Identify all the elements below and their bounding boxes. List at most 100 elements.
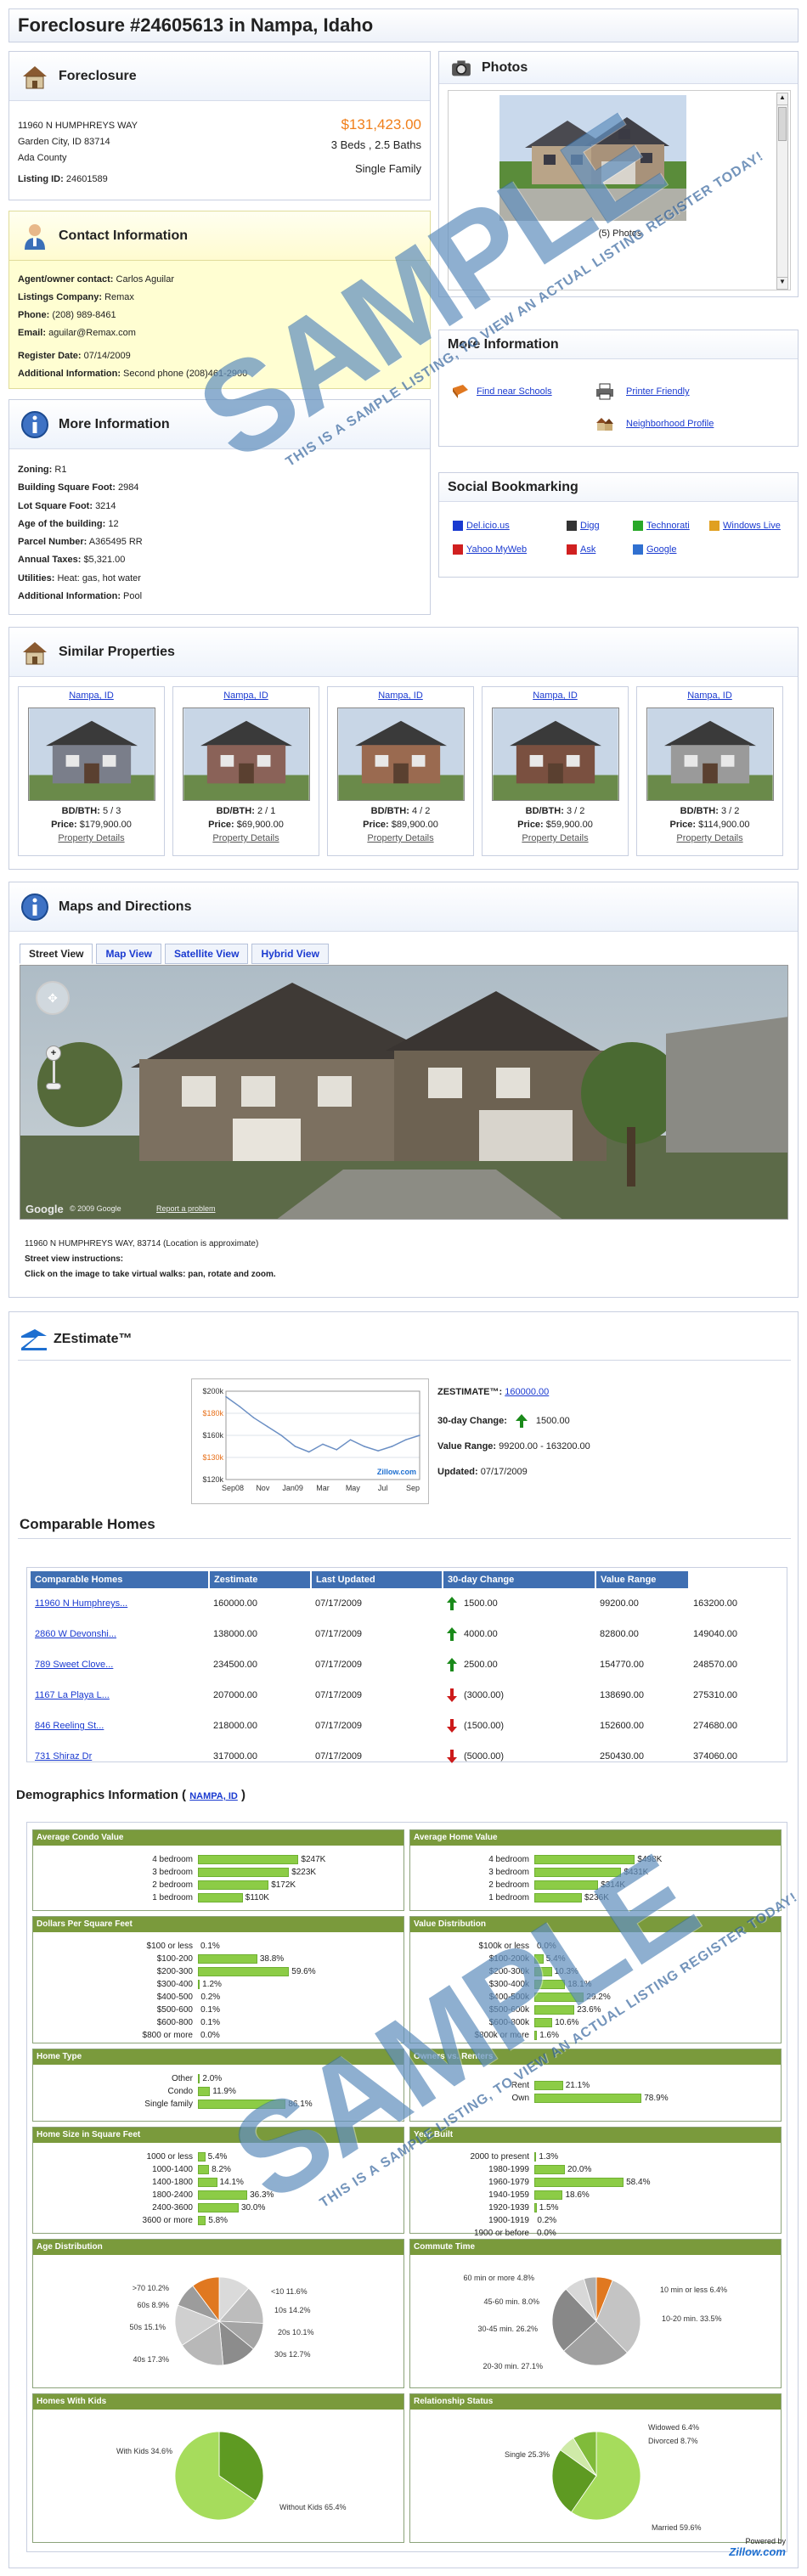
social-technorati-link[interactable]: Technorati xyxy=(633,521,690,531)
more-info-label: Zoning: xyxy=(18,465,53,475)
similar-property-photo[interactable] xyxy=(27,707,155,801)
photos-heading: Photos xyxy=(482,59,528,75)
social-digg-link[interactable]: Digg xyxy=(567,521,600,531)
similar-city-link[interactable]: Nampa, ID xyxy=(173,691,319,701)
scroll-up-arrow[interactable]: ▲ xyxy=(777,93,787,105)
printer-friendly-link[interactable]: Printer Friendly xyxy=(595,383,690,400)
neighborhood-profile-link[interactable]: Neighborhood Profile xyxy=(595,415,714,432)
similar-property-card[interactable]: Nampa, ID BD/BTH: 3 / 2 Price: $59,900.00 P… xyxy=(482,686,629,856)
similar-property-photo[interactable] xyxy=(336,707,465,801)
demographic-bar-row: $400-500k 29.2% xyxy=(410,1992,781,2002)
social-yahoomyweb-link[interactable]: Yahoo MyWeb xyxy=(453,544,527,555)
demographic-bar-value: 5.8% xyxy=(208,2215,229,2225)
similar-price: $59,900.00 xyxy=(545,820,593,830)
social-ask-link[interactable]: Ask xyxy=(567,544,595,555)
demographic-bar-row: $100-200k 5.4% xyxy=(410,1953,781,1964)
property-details-link[interactable]: Property Details xyxy=(522,833,588,843)
comparable-home-link[interactable]: 2860 W Devonshi... xyxy=(35,1629,116,1639)
tab-satellite-view[interactable]: Satellite View xyxy=(164,944,249,964)
demographic-bar-label: 1940-1959 xyxy=(488,2190,529,2200)
comparable-home-link[interactable]: 11960 N Humphreys... xyxy=(35,1598,127,1609)
property-details-link[interactable]: Property Details xyxy=(367,833,433,843)
demographics-area: Average Condo Value 4 bedroom $247K 3 bedro… xyxy=(26,1822,787,2552)
more-info-row: Building Square Foot: 2984 xyxy=(18,479,143,497)
comparable-home-link[interactable]: 1167 La Playa L... xyxy=(35,1690,110,1700)
demographic-home-title: Average Home Value xyxy=(410,1830,781,1846)
similar-property-card[interactable]: Nampa, ID BD/BTH: 4 / 2 Price: $89,900.00 P… xyxy=(327,686,474,856)
street-view[interactable]: ✥ + Google © 2009 Google Report a proble… xyxy=(20,965,788,1220)
demographic-bar-label: $500-600k xyxy=(488,2004,529,2015)
similar-property-photo[interactable] xyxy=(491,707,619,801)
comparable-updated: 07/17/2009 xyxy=(315,1690,363,1700)
report-problem-link[interactable]: Report a problem xyxy=(156,1204,216,1213)
demographic-bar-label: $200-300 xyxy=(156,1966,193,1976)
more-info-row: Zoning: R1 xyxy=(18,461,143,479)
demographic-bar-label: $300-400 xyxy=(156,1979,193,1989)
comparable-zestimate: 218000.00 xyxy=(213,1721,257,1731)
similar-city-link[interactable]: Nampa, ID xyxy=(328,691,473,701)
comparable-home-link[interactable]: 789 Sweet Clove... xyxy=(35,1660,113,1670)
demographic-bar-label: $100 or less xyxy=(146,1941,193,1951)
photo-scrollbar[interactable]: ▲ ▼ xyxy=(776,93,788,290)
tab-map-view[interactable]: Map View xyxy=(96,944,161,964)
contact-person-icon xyxy=(25,223,45,250)
similar-property-card[interactable]: Nampa, ID BD/BTH: 3 / 2 Price: $114,900.00… xyxy=(636,686,783,856)
demographic-bar xyxy=(198,1867,290,1877)
pie-label: 20s 10.1% xyxy=(278,2328,314,2336)
scroll-thumb[interactable] xyxy=(778,107,787,141)
arrow-down-icon xyxy=(447,1719,457,1733)
property-type: Single Family xyxy=(354,162,421,175)
maps-heading: Maps and Directions xyxy=(59,899,192,914)
similar-property-photo[interactable] xyxy=(646,707,774,801)
similar-city-link[interactable]: Nampa, ID xyxy=(637,691,782,701)
demographic-bar-label: $200-300k xyxy=(488,1966,529,1976)
social-windowslive-link[interactable]: Windows Live xyxy=(709,521,781,531)
more-info-value: R1 xyxy=(54,465,67,475)
social-delicious-link[interactable]: Del.icio.us xyxy=(453,521,510,531)
demographic-yearbuilt-title: Year Built xyxy=(410,2128,781,2143)
property-details-link[interactable]: Property Details xyxy=(212,833,279,843)
find-schools-link[interactable]: Find near Schools xyxy=(451,383,552,400)
demographic-home-box: Average Home Value 4 bedroom $498K 3 bedroo… xyxy=(409,1829,782,1911)
street-view-image[interactable] xyxy=(20,966,788,1220)
demographics-city-link[interactable]: NAMPA, ID xyxy=(189,1791,238,1801)
zestimate-value-link[interactable]: 160000.00 xyxy=(505,1387,549,1397)
demographic-bar xyxy=(534,2093,642,2103)
arrow-down-icon xyxy=(447,1688,457,1702)
more-info-label: Age of the building: xyxy=(18,518,106,529)
arrow-up-icon xyxy=(515,1414,528,1428)
scroll-down-arrow[interactable]: ▼ xyxy=(777,277,787,289)
similar-city-link[interactable]: Nampa, ID xyxy=(483,691,628,701)
similar-property-card[interactable]: Nampa, ID BD/BTH: 5 / 3 Price: $179,900.00… xyxy=(18,686,165,856)
demographic-bar-label: $400-500k xyxy=(488,1992,529,2002)
similar-city-link[interactable]: Nampa, ID xyxy=(19,691,164,701)
comparable-home-link[interactable]: 846 Reeling St... xyxy=(35,1721,104,1731)
demographic-bar-label: 3 bedroom xyxy=(488,1867,529,1877)
property-details-link[interactable]: Property Details xyxy=(676,833,742,843)
contact-row: Listings Company: Remax xyxy=(18,289,247,307)
comparable-home-link[interactable]: 731 Shiraz Dr xyxy=(35,1751,92,1761)
similar-property-card[interactable]: Nampa, ID BD/BTH: 2 / 1 Price: $69,900.00 P… xyxy=(172,686,319,856)
comparable-body: 11960 N Humphreys... 160000.00 07/17/2009 1… xyxy=(31,1588,783,1772)
demographic-age-title: Age Distribution xyxy=(33,2240,404,2255)
table-row: 1167 La Playa L... 207000.00 07/17/2009 (30… xyxy=(31,1680,783,1711)
maps-panel: Maps and Directions Street View Map View S… xyxy=(8,882,799,1298)
demographic-bar-value: $498K xyxy=(637,1854,663,1864)
tab-street-view[interactable]: Street View xyxy=(20,944,93,964)
photo-viewer[interactable]: (5) Photos ▲ ▼ xyxy=(448,90,791,290)
zoom-out-button[interactable] xyxy=(46,1083,61,1090)
tab-hybrid-view[interactable]: Hybrid View xyxy=(251,944,329,964)
similar-property-photo[interactable] xyxy=(182,707,310,801)
social-google-link[interactable]: Google xyxy=(633,544,676,555)
demographic-bar-label: Other xyxy=(171,2073,193,2083)
pan-control[interactable]: ✥ xyxy=(36,981,70,1015)
demographic-bar-value: 0.2% xyxy=(537,2215,557,2225)
demographic-bar-row: $100 or less 0.1% xyxy=(33,1941,404,1951)
zoom-in-button[interactable]: + xyxy=(46,1046,61,1061)
comparable-range-high: 275310.00 xyxy=(693,1690,737,1700)
similar-bd-bth: 3 / 2 xyxy=(566,806,585,816)
zestimate-heading: ZEstimate™ xyxy=(54,1332,133,1346)
more-links-panel: More Information Find near Schools Print… xyxy=(438,330,799,447)
property-photo[interactable] xyxy=(499,95,686,221)
property-details-link[interactable]: Property Details xyxy=(58,833,124,843)
